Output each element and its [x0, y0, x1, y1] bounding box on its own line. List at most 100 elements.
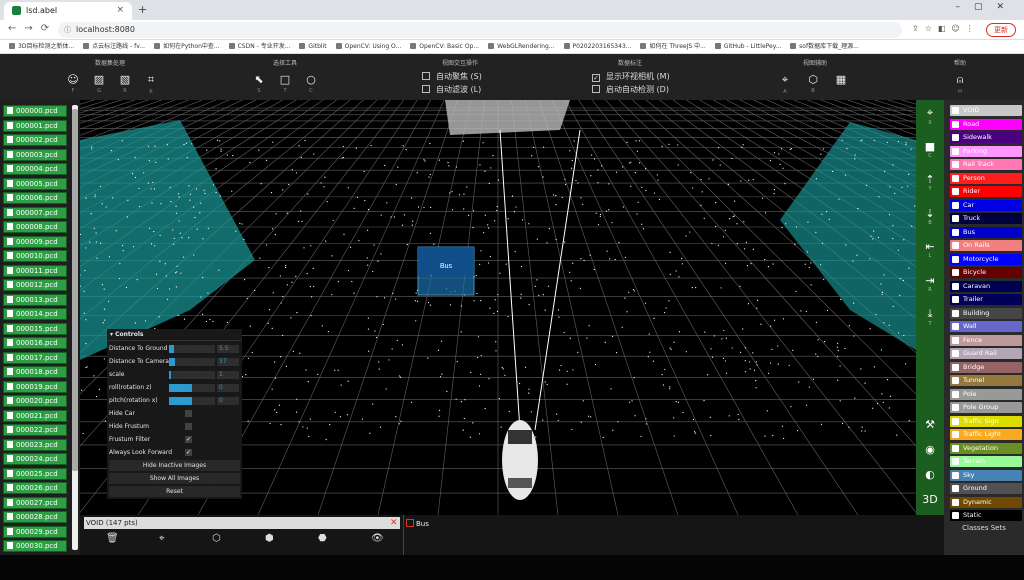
toolbar-tool-button[interactable]: □ T — [278, 73, 292, 94]
class-item[interactable]: Truck — [950, 213, 1022, 224]
class-item[interactable]: Bicycle — [950, 267, 1022, 278]
file-list-item[interactable]: 000025.pcd — [3, 467, 67, 480]
class-item[interactable]: Car — [950, 199, 1022, 211]
class-item[interactable]: Ground — [950, 483, 1022, 494]
file-list-item[interactable]: 000028.pcd — [3, 511, 67, 523]
file-list-item[interactable]: 000017.pcd — [3, 351, 67, 364]
file-list-item[interactable]: 000012.pcd — [3, 279, 67, 291]
view-tool-button[interactable]: ⇥ R — [922, 274, 938, 293]
file-list-item[interactable]: 000007.pcd — [3, 206, 67, 219]
view-tool-button[interactable]: ⇤ L — [922, 240, 938, 259]
browser-action-icons[interactable]: ⇪☆◧☺⋮ — [912, 24, 980, 33]
toolbar-tool-button[interactable]: ⌖ A — [778, 73, 792, 95]
toolbar-checkbox[interactable]: ✓ 显示环视相机 (M) — [592, 71, 670, 82]
file-list-item[interactable]: 000008.pcd — [3, 221, 67, 233]
file-list-item[interactable]: 000021.pcd — [3, 409, 67, 422]
view-tool-button[interactable]: ◉ — [922, 443, 938, 456]
class-item[interactable]: Tunnel — [950, 375, 1022, 386]
bookmark-item[interactable]: P0202203165343... — [564, 40, 632, 53]
bottom-tool-icon[interactable]: ⬣ — [318, 533, 327, 544]
nav-buttons[interactable]: ←→⟳ — [8, 23, 57, 34]
controls-header[interactable]: ▾ Controls — [107, 329, 242, 341]
bookmark-item[interactable]: WebGLRendering... — [488, 40, 554, 53]
new-tab-icon[interactable]: + — [138, 3, 147, 16]
file-list-item[interactable]: 000013.pcd — [3, 293, 67, 306]
file-list-item[interactable]: 000014.pcd — [3, 308, 67, 320]
class-item[interactable]: Parking — [950, 145, 1022, 157]
classes-sets-label[interactable]: Classes Sets — [944, 524, 1024, 532]
view-tool-button[interactable]: ⇡ Y — [922, 173, 938, 192]
toolbar-tool-button[interactable]: ⬉ S — [252, 73, 266, 94]
control-button[interactable]: Show All Images — [109, 473, 240, 484]
class-item[interactable]: On Rails — [950, 240, 1022, 251]
toolbar-tool-button[interactable]: ○ C — [304, 73, 318, 94]
toolbar-tool-button[interactable]: ▦ — [834, 73, 848, 88]
bottom-tool-icon[interactable]: 🗑 — [106, 533, 119, 544]
class-item[interactable]: Sidewalk — [950, 132, 1022, 143]
class-item[interactable]: Traffic Light — [950, 429, 1022, 440]
file-list-item[interactable]: 000009.pcd — [3, 235, 67, 248]
class-item[interactable]: Rider — [950, 186, 1022, 197]
class-item[interactable]: Fence — [950, 334, 1022, 346]
bookmark-item[interactable]: 如何在 ThreeJS 中... — [640, 40, 705, 53]
toolbar-checkbox[interactable]: 启动自动检测 (D) — [592, 84, 669, 95]
slider-track[interactable] — [169, 397, 215, 405]
control-checkbox[interactable]: ✓ — [185, 449, 192, 456]
bottom-tool-icon[interactable]: ⬡ — [212, 533, 221, 544]
bookmark-item[interactable]: GitHub - LittlePey... — [715, 40, 781, 53]
toolbar-tool-button[interactable]: ☺ F — [66, 73, 80, 94]
url-input[interactable]: ⓘ localhost:8080 — [58, 22, 902, 38]
toolbar-tool-button[interactable]: ⍝ H — [953, 73, 967, 95]
view-tool-button[interactable]: ⇣ B — [922, 207, 938, 226]
toolbar-checkbox[interactable]: 自动滤波 (L) — [422, 84, 481, 95]
file-list-item[interactable]: 000015.pcd — [3, 322, 67, 335]
file-list-item[interactable]: 000030.pcd — [3, 540, 67, 552]
browser-tab[interactable]: lsd.abel × — [4, 2, 132, 20]
class-item[interactable]: Caravan — [950, 280, 1022, 292]
bookmark-item[interactable]: Gitblit — [299, 40, 326, 53]
window-controls[interactable]: –▢✕ — [955, 2, 1018, 12]
bookmark-item[interactable]: CSDN - 专业开发... — [229, 40, 291, 53]
file-list-item[interactable]: 000006.pcd — [3, 192, 67, 204]
file-list-item[interactable]: 000002.pcd — [3, 134, 67, 146]
file-list-item[interactable]: 000019.pcd — [3, 380, 67, 393]
slider-track[interactable] — [169, 358, 215, 366]
class-item[interactable]: Person — [950, 172, 1022, 184]
slider-value-input[interactable]: 0 — [217, 384, 239, 392]
slider-track[interactable] — [169, 384, 215, 392]
checkbox-icon[interactable] — [422, 85, 430, 93]
slider-value-input[interactable]: 5.5 — [217, 345, 239, 353]
bookmark-item[interactable]: OpenCV: Using O... — [336, 40, 402, 53]
bookmark-item[interactable]: 如何在Python中查... — [154, 40, 220, 53]
checkbox-icon[interactable] — [592, 85, 600, 93]
class-item[interactable]: Building — [950, 307, 1022, 319]
class-item[interactable]: Dynamic — [950, 496, 1022, 508]
file-list-item[interactable]: 000000.pcd — [3, 105, 67, 117]
class-item[interactable]: Static — [950, 510, 1022, 521]
bottom-tool-icon[interactable]: ⌖ — [159, 533, 165, 544]
view-tool-button[interactable]: ◐ — [922, 468, 938, 481]
view-tool-button[interactable]: ⚒ — [922, 418, 938, 431]
file-list-item[interactable]: 000029.pcd — [3, 525, 67, 538]
close-selection-icon[interactable]: ✕ — [390, 518, 400, 528]
view-tool-button[interactable]: ■ C — [922, 140, 938, 159]
class-item[interactable]: Road — [950, 118, 1022, 130]
view-tool-button[interactable]: ⌖ X — [922, 106, 938, 126]
bottom-tool-icon[interactable]: 👁 — [371, 533, 384, 544]
class-item[interactable]: Sky — [950, 469, 1022, 481]
file-list-item[interactable]: 000018.pcd — [3, 366, 67, 378]
file-list-item[interactable]: 000003.pcd — [3, 148, 67, 161]
class-item[interactable]: Bus — [950, 226, 1022, 238]
class-item[interactable]: Trailer — [950, 294, 1022, 305]
class-item[interactable]: Terrain — [950, 456, 1022, 467]
checkbox-icon[interactable]: ✓ — [592, 74, 600, 82]
file-list-item[interactable]: 000005.pcd — [3, 177, 67, 190]
object-tag[interactable]: Bus — [406, 519, 429, 528]
file-list-item[interactable]: 000004.pcd — [3, 163, 67, 175]
class-item[interactable]: Rail Track — [950, 159, 1022, 170]
class-item[interactable]: Traffic Sign — [950, 415, 1022, 427]
file-list-item[interactable]: 000020.pcd — [3, 395, 67, 407]
slider-value-input[interactable]: 1 — [217, 371, 239, 379]
toolbar-tool-button[interactable]: ▧ R — [118, 73, 132, 94]
scrollbar-thumb[interactable] — [72, 109, 78, 471]
